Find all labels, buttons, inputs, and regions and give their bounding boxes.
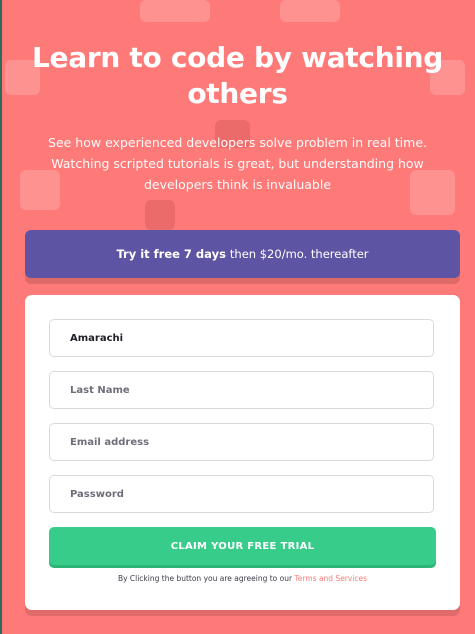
hero-description: See how experienced developers solve pro… — [48, 135, 427, 192]
terms-text: By Clicking the button you are agreeing … — [117, 574, 293, 583]
password-field[interactable] — [49, 475, 434, 513]
first-name-field[interactable] — [49, 319, 434, 357]
trial-banner-bold: Try it free 7 days — [116, 247, 226, 261]
background-pattern-tile — [140, 0, 210, 22]
background-pattern-tile — [280, 0, 340, 22]
signup-form-card: CLAIM YOUR FREE TRIAL By Clicking the bu… — [25, 295, 460, 610]
page-title: Learn to code by watching others — [32, 41, 443, 110]
trial-banner: Try it free 7 days then $20/mo. thereaft… — [25, 230, 460, 278]
background-pattern-tile — [145, 200, 175, 230]
last-name-field[interactable] — [49, 371, 434, 409]
hero-section: Learn to code by watching others See how… — [0, 40, 475, 195]
email-field[interactable] — [49, 423, 434, 461]
claim-trial-button[interactable]: CLAIM YOUR FREE TRIAL — [49, 527, 436, 565]
terms-notice: By Clicking the button you are agreeing … — [25, 574, 460, 583]
terms-link[interactable]: Terms and Services — [294, 574, 367, 583]
trial-banner-text: then $20/mo. thereafter — [229, 247, 369, 261]
